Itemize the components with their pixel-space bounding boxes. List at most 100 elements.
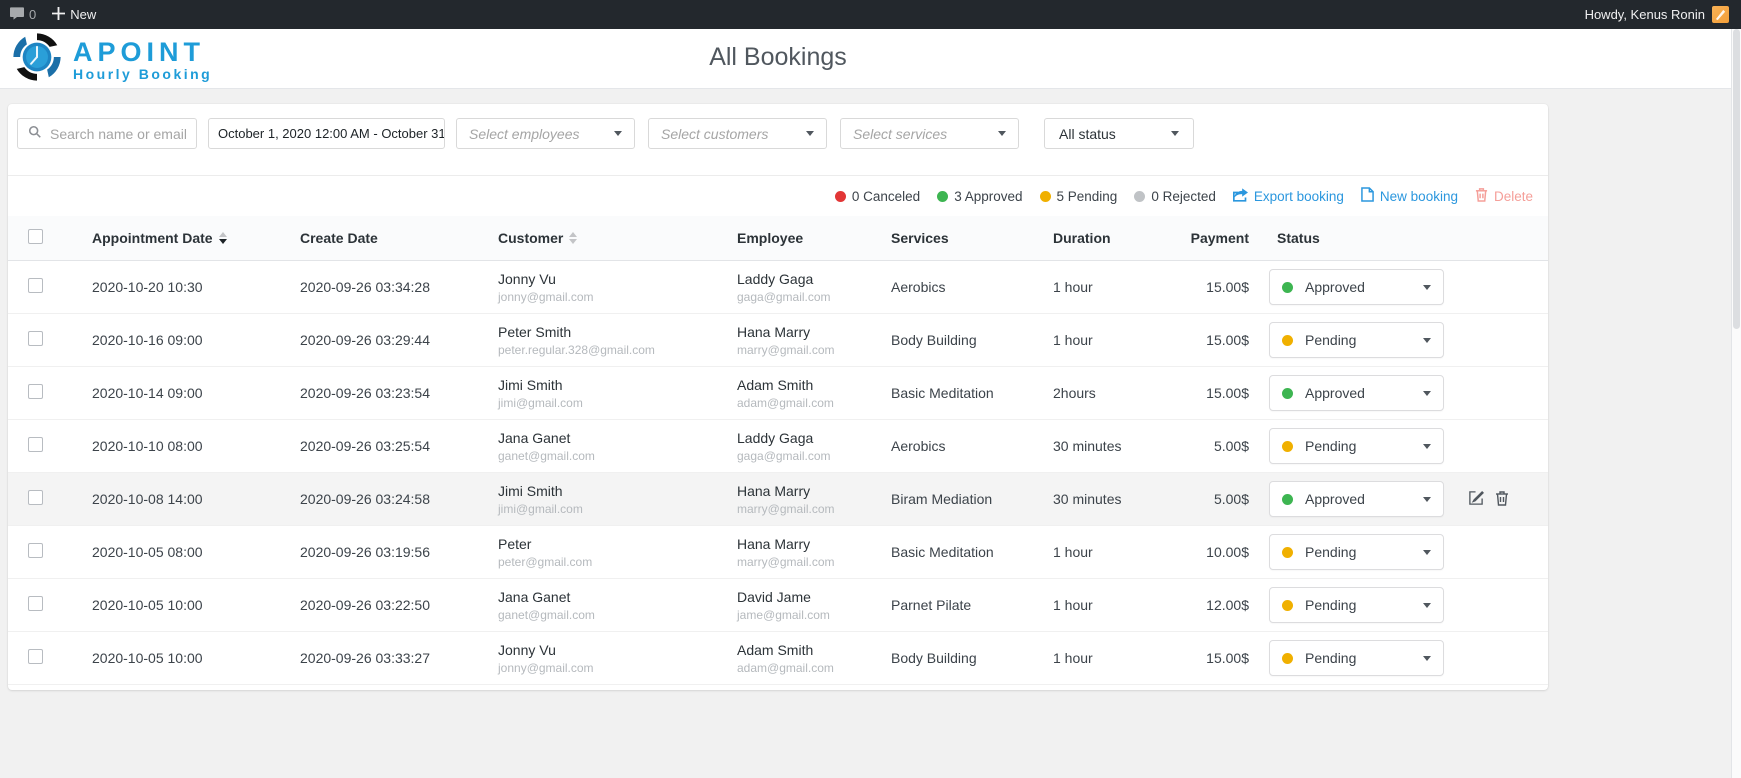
comment-count: 0 [29,7,36,22]
export-booking-label: Export booking [1254,189,1344,204]
service-cell: Basic Meditation [883,526,1045,579]
customer-cell: Jonny Vu jonny@gmail.com [490,261,729,314]
vertical-scrollbar[interactable] [1731,29,1741,778]
summary-bar: 0 Canceled 3 Approved 5 Pending 0 Reject… [8,176,1548,214]
status-dropdown[interactable]: Approved [1269,481,1444,517]
select-customers[interactable]: Select customers [648,118,827,149]
customer-email: ganet@gmail.com [498,608,721,622]
status-value: Approved [1305,279,1365,295]
employee-cell: Hana Marry marry@gmail.com [729,473,883,526]
create-date-cell: 2020-09-26 03:22:50 [292,579,490,632]
scrollbar-thumb[interactable] [1733,29,1740,329]
date-range-input[interactable]: October 1, 2020 12:00 AM - October 31, 2… [208,118,445,149]
employee-email: adam@gmail.com [737,661,875,675]
caret-down-icon [1423,444,1431,449]
select-all-checkbox[interactable] [28,229,43,244]
status-dropdown[interactable]: Approved [1269,269,1444,305]
customer-email: ganet@gmail.com [498,449,721,463]
status-filter[interactable]: All status [1044,118,1194,149]
row-checkbox[interactable] [28,490,43,505]
duration-cell: 30 minutes [1045,473,1175,526]
column-appointment-date-label: Appointment Date [92,230,213,246]
row-checkbox[interactable] [28,543,43,558]
payment-cell: 15.00$ [1175,261,1257,314]
plus-icon [52,7,65,23]
service-cell: Aerobics [883,261,1045,314]
customer-email: peter@gmail.com [498,555,721,569]
select-employees[interactable]: Select employees [456,118,635,149]
search-box[interactable] [17,118,197,149]
customer-name: Peter [498,536,721,552]
new-menu[interactable]: New [52,7,96,23]
employee-email: marry@gmail.com [737,555,875,569]
select-services[interactable]: Select services [840,118,1019,149]
employee-name: Adam Smith [737,377,875,393]
duration-cell: 2hours [1045,367,1175,420]
caret-down-icon [1423,391,1431,396]
customer-name: Peter Smith [498,324,721,340]
customer-email: jimi@gmail.com [498,396,721,410]
row-checkbox[interactable] [28,278,43,293]
new-booking-label: New booking [1380,189,1458,204]
employee-email: gaga@gmail.com [737,449,875,463]
customer-cell: Peter peter@gmail.com [490,526,729,579]
column-services: Services [883,216,1045,261]
status-dropdown[interactable]: Pending [1269,428,1444,464]
status-dropdown[interactable]: Approved [1269,375,1444,411]
status-value: Pending [1305,650,1356,666]
search-icon [28,125,42,142]
row-checkbox[interactable] [28,596,43,611]
column-create-date: Create Date [292,216,490,261]
employee-email: jame@gmail.com [737,608,875,622]
status-dot [1282,282,1293,293]
comments-menu[interactable]: 0 [10,7,36,23]
new-booking-button[interactable]: New booking [1361,187,1458,205]
column-actions [1460,216,1548,261]
row-checkbox[interactable] [28,649,43,664]
select-customers-placeholder: Select customers [661,126,768,142]
row-checkbox[interactable] [28,331,43,346]
delete-button[interactable]: Delete [1475,187,1533,205]
status-counter: 0 Rejected [1134,189,1216,204]
create-date-cell: 2020-09-26 03:29:44 [292,314,490,367]
edit-row-icon[interactable] [1468,490,1484,506]
row-checkbox[interactable] [28,437,43,452]
delete-row-icon[interactable] [1495,490,1509,506]
create-date-cell: 2020-09-26 03:33:27 [292,632,490,685]
row-actions [1468,490,1509,506]
employee-cell: Adam Smith adam@gmail.com [729,632,883,685]
bookings-card: October 1, 2020 12:00 AM - October 31, 2… [8,104,1548,690]
payment-cell: 10.00$ [1175,526,1257,579]
column-appointment-date[interactable]: Appointment Date [84,216,292,261]
caret-down-icon [998,131,1006,136]
customer-cell: Jimi Smith jimi@gmail.com [490,473,729,526]
status-dropdown[interactable]: Pending [1269,587,1444,623]
caret-down-icon [1423,285,1431,290]
employee-name: Laddy Gaga [737,430,875,446]
employee-cell: David Jame jame@gmail.com [729,579,883,632]
status-dot [835,191,846,202]
export-booking-button[interactable]: Export booking [1233,188,1344,205]
avatar[interactable] [1712,6,1729,23]
booking-row: 2020-10-05 10:00 2020-09-26 03:22:50 Jan… [8,579,1548,632]
howdy-text[interactable]: Howdy, Kenus Ronin [1585,7,1705,22]
status-dropdown[interactable]: Pending [1269,640,1444,676]
customer-cell: Jimi Smith jimi@gmail.com [490,367,729,420]
customer-name: Jonny Vu [498,642,721,658]
row-checkbox[interactable] [28,384,43,399]
sort-icon [219,232,227,244]
column-customer[interactable]: Customer [490,216,729,261]
booking-row: 2020-10-16 09:00 2020-09-26 03:29:44 Pet… [8,314,1548,367]
customer-email: jonny@gmail.com [498,290,721,304]
create-date-cell: 2020-09-26 03:24:58 [292,473,490,526]
status-dropdown[interactable]: Pending [1269,534,1444,570]
employee-email: gaga@gmail.com [737,290,875,304]
appointment-date-cell: 2020-10-10 08:00 [84,420,292,473]
status-value: Approved [1305,385,1365,401]
status-value: Pending [1305,597,1356,613]
employee-cell: Hana Marry marry@gmail.com [729,314,883,367]
status-dropdown[interactable]: Pending [1269,322,1444,358]
status-value: Pending [1305,332,1356,348]
search-input[interactable] [50,126,186,142]
bookings-table-body: 2020-10-20 10:30 2020-09-26 03:34:28 Jon… [8,261,1548,685]
